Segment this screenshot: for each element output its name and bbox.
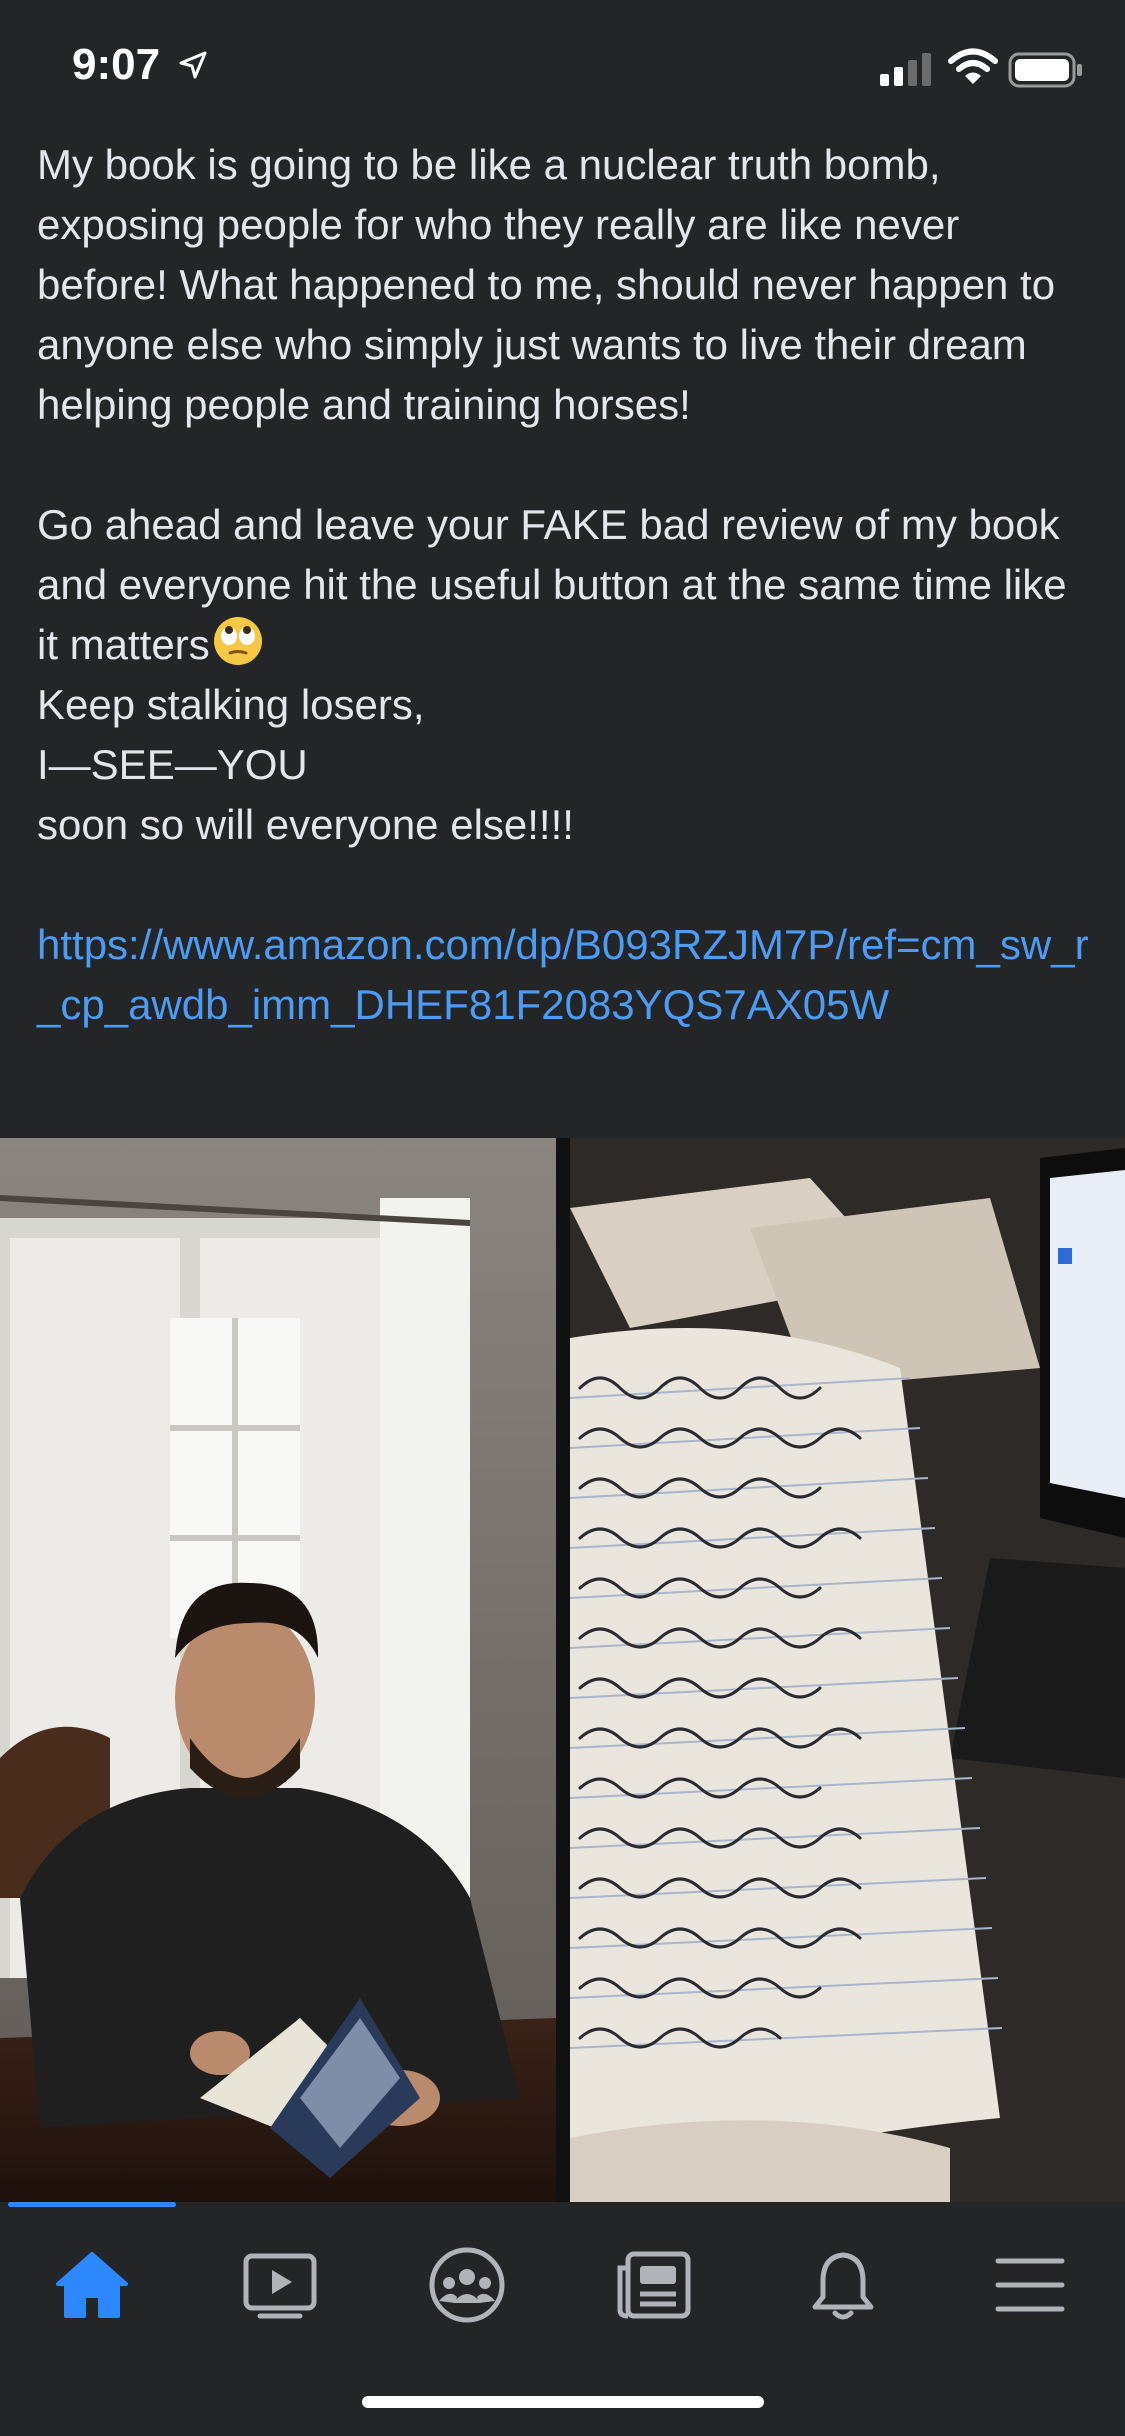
tab-news[interactable] xyxy=(594,2230,714,2340)
wifi-icon xyxy=(948,48,998,84)
tab-home[interactable] xyxy=(32,2230,152,2340)
post-line-see-you: I—SEE—YOU xyxy=(37,741,308,788)
photo-man-signing-book[interactable] xyxy=(0,1138,556,2202)
cellular-signal-icon xyxy=(880,53,931,86)
status-time: 9:07 xyxy=(72,40,161,89)
photo-handwritten-letter[interactable] xyxy=(570,1138,1125,2202)
post-paragraph-book: My book is going to be like a nuclear tr… xyxy=(37,141,1056,428)
face-with-rolling-eyes-icon xyxy=(213,617,262,665)
status-bar: 9:07 xyxy=(0,0,1125,135)
post-paragraph-review: Go ahead and leave your FAKE bad review … xyxy=(37,495,1097,675)
tab-notifications[interactable] xyxy=(783,2230,903,2340)
tab-menu[interactable] xyxy=(970,2230,1090,2340)
video-icon xyxy=(243,2253,317,2319)
tab-groups[interactable] xyxy=(407,2230,527,2340)
tab-watch[interactable] xyxy=(220,2230,340,2340)
active-tab-indicator xyxy=(8,2202,176,2207)
groups-icon xyxy=(429,2247,505,2323)
post-line-soon: soon so will everyone else!!!! xyxy=(37,801,574,848)
hamburger-menu-icon xyxy=(995,2258,1065,2312)
photo-man-signing-book-image xyxy=(0,1138,556,2202)
amazon-link[interactable]: https://www.amazon.com/dp/B093RZJM7P/ref… xyxy=(37,915,1097,1035)
news-feed-icon xyxy=(617,2251,691,2319)
post-body: My book is going to be like a nuclear tr… xyxy=(37,135,1097,1035)
bell-icon xyxy=(812,2252,874,2320)
home-icon xyxy=(56,2252,128,2318)
home-indicator[interactable] xyxy=(362,2396,764,2408)
photo-grid xyxy=(0,1138,1125,2202)
photo-handwritten-letter-image xyxy=(570,1138,1125,2202)
post-review-text: Go ahead and leave your FAKE bad review … xyxy=(37,501,1067,668)
battery-icon xyxy=(1008,52,1082,88)
location-arrow-icon xyxy=(179,51,207,79)
post-line-stalking: Keep stalking losers, xyxy=(37,681,425,728)
